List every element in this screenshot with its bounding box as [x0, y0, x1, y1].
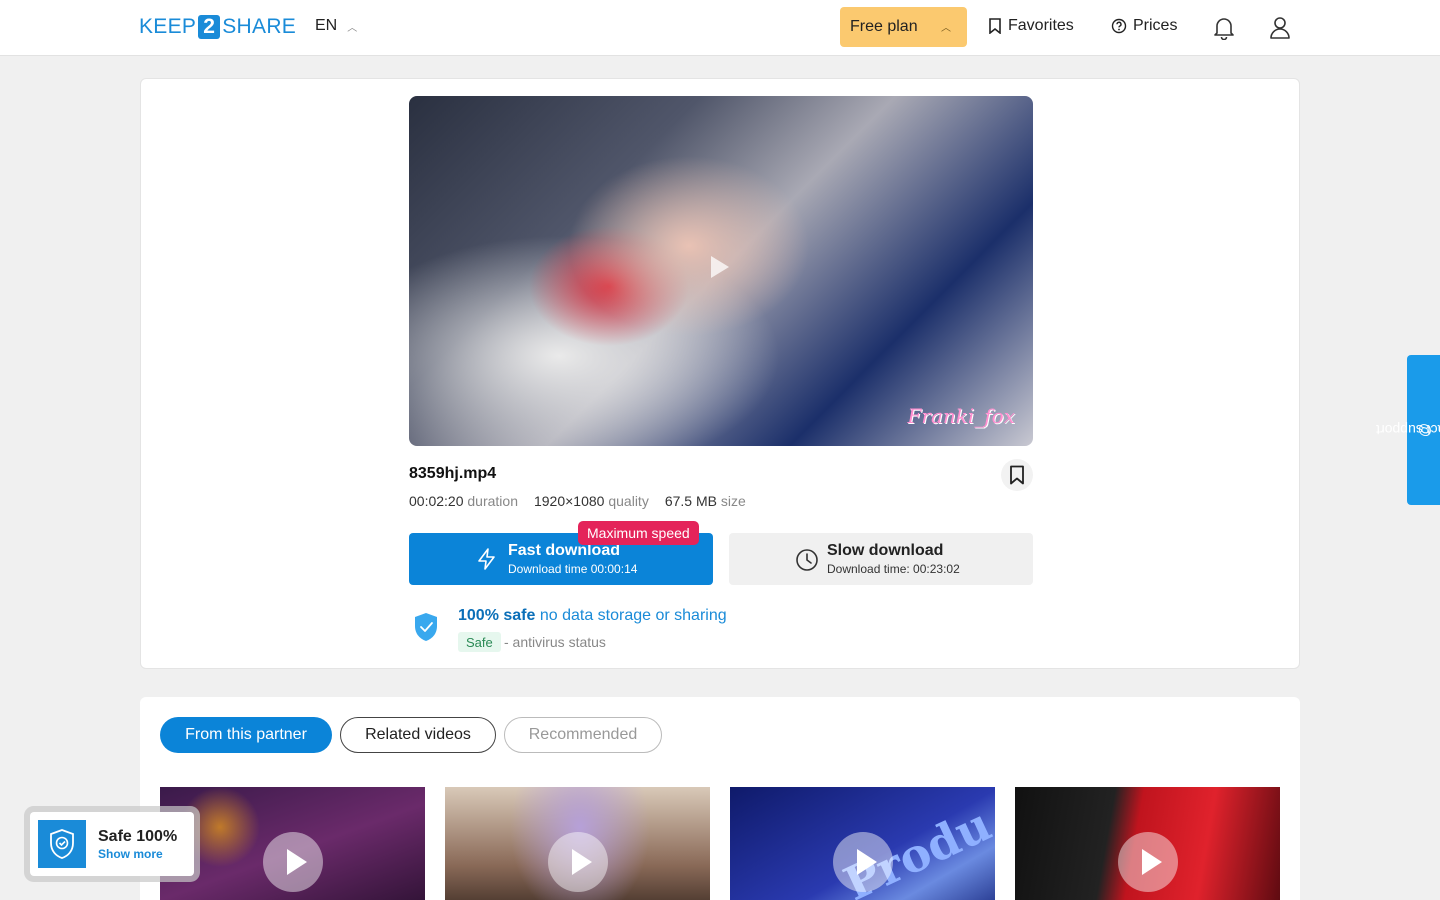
- favorites-link[interactable]: Favorites: [988, 17, 1074, 35]
- slow-download-time: Download time: 00:23:02: [827, 562, 960, 576]
- video-thumbnail[interactable]: [445, 787, 710, 900]
- video-watermark: Franki_fox: [907, 404, 1015, 428]
- size: 67.5 MB size: [665, 493, 746, 509]
- video-thumbnail[interactable]: [160, 787, 425, 900]
- safety-statement: 100% safe no data storage or sharing: [458, 607, 727, 625]
- safe-popup-icon-box: [38, 820, 86, 868]
- bell-icon[interactable]: [1213, 16, 1235, 40]
- free-plan-button[interactable]: Free plan ︿: [840, 7, 967, 47]
- quality-label: quality: [608, 493, 649, 509]
- user-icon[interactable]: [1269, 16, 1291, 40]
- maximum-speed-badge: Maximum speed: [578, 521, 699, 545]
- lightning-icon: [478, 548, 495, 570]
- keep2share-logo[interactable]: KEEP 2 SHARE: [139, 14, 296, 40]
- play-icon[interactable]: [1118, 832, 1178, 892]
- safe-popup-show-more[interactable]: Show more: [98, 847, 163, 861]
- file-name: 8359hj.mp4: [409, 465, 497, 482]
- size-label: size: [720, 493, 746, 509]
- logo-text-mid: 2: [198, 15, 221, 39]
- bookmark-icon: [1010, 465, 1024, 485]
- quality-value: 1920×1080: [533, 493, 605, 509]
- video-thumbnail[interactable]: Produ: [730, 787, 995, 900]
- size-value: 67.5 MB: [664, 493, 717, 509]
- shield-check-icon: [415, 613, 437, 641]
- chevron-up-icon: ︿: [941, 23, 951, 34]
- related-videos-section: From this partner Related videos Recomme…: [140, 697, 1300, 900]
- play-icon[interactable]: [263, 832, 323, 892]
- bookmark-button[interactable]: [1001, 459, 1033, 491]
- prices-label: Prices: [1133, 17, 1178, 34]
- contact-support-text: contact support: [1375, 422, 1440, 438]
- quality: 1920×1080 quality: [534, 493, 649, 509]
- favorites-label: Favorites: [1008, 17, 1074, 34]
- safety-strong: 100% safe: [458, 607, 536, 624]
- antivirus-status-label: - antivirus status: [504, 634, 606, 650]
- safe-popup-title: Safe 100%: [98, 828, 178, 845]
- antivirus-safe-tag: Safe: [458, 632, 501, 652]
- prices-link[interactable]: Prices: [1111, 17, 1177, 35]
- file-card: Franki_fox 8359hj.mp4 00:02:20 duration …: [140, 78, 1300, 669]
- video-preview[interactable]: Franki_fox: [409, 96, 1033, 446]
- tab-recommended[interactable]: Recommended: [504, 717, 662, 753]
- tab-from-this-partner[interactable]: From this partner: [160, 717, 332, 753]
- language-selector[interactable]: EN ︿: [315, 17, 357, 35]
- safe-popup[interactable]: Safe 100% Show more: [30, 812, 194, 876]
- free-plan-label: Free plan: [850, 18, 918, 35]
- slow-download-button[interactable]: Slow download Download time: 00:23:02: [729, 533, 1033, 585]
- shield-check-icon: [50, 829, 74, 859]
- chevron-up-icon: ︿: [347, 22, 358, 34]
- top-header: KEEP 2 SHARE EN ︿ Free plan ︿ Favorites Pr…: [0, 0, 1440, 56]
- safety-rest: no data storage or sharing: [535, 607, 727, 624]
- play-icon[interactable]: [548, 832, 608, 892]
- logo-text-left: KEEP: [139, 15, 197, 38]
- tab-related-videos[interactable]: Related videos: [340, 717, 496, 753]
- video-thumbnail[interactable]: [1015, 787, 1280, 900]
- contact-support-tab[interactable]: @ contact support: [1376, 355, 1440, 505]
- contact-support-label: @ contact support: [1376, 422, 1440, 438]
- clock-icon: [796, 549, 818, 571]
- play-icon[interactable]: [711, 256, 729, 278]
- help-circle-icon: [1111, 18, 1127, 34]
- logo-text-right: SHARE: [222, 15, 297, 38]
- slow-download-title: Slow download: [827, 542, 944, 559]
- duration: 00:02:20 duration: [409, 493, 518, 509]
- language-label: EN: [315, 17, 338, 34]
- duration-label: duration: [467, 493, 518, 509]
- duration-value: 00:02:20: [409, 493, 464, 509]
- bookmark-icon: [989, 18, 1001, 34]
- fast-download-time: Download time 00:00:14: [508, 562, 638, 576]
- file-meta: 00:02:20 duration 1920×1080 quality 67.5…: [409, 493, 746, 509]
- play-icon[interactable]: [833, 832, 893, 892]
